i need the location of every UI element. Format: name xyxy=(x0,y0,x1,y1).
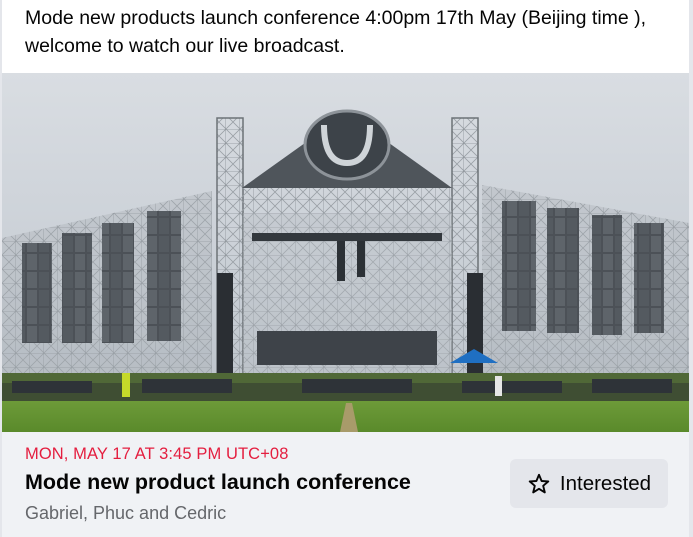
post-card: Mode new products launch conference 4:00… xyxy=(2,0,689,537)
event-info-bar[interactable]: MON, MAY 17 AT 3:45 PM UTC+08 Mode new p… xyxy=(2,432,689,537)
event-cover-photo[interactable] xyxy=(2,73,689,432)
post-text: Mode new products launch conference 4:00… xyxy=(25,7,647,57)
event-date: MON, MAY 17 AT 3:45 PM UTC+08 xyxy=(25,445,289,463)
interested-label: Interested xyxy=(559,471,652,495)
star-outline-icon xyxy=(528,473,550,493)
interested-button[interactable]: Interested xyxy=(510,459,668,508)
event-hosts: Gabriel, Phuc and Cedric xyxy=(25,503,227,523)
event-title[interactable]: Mode new product launch conference xyxy=(25,470,411,495)
